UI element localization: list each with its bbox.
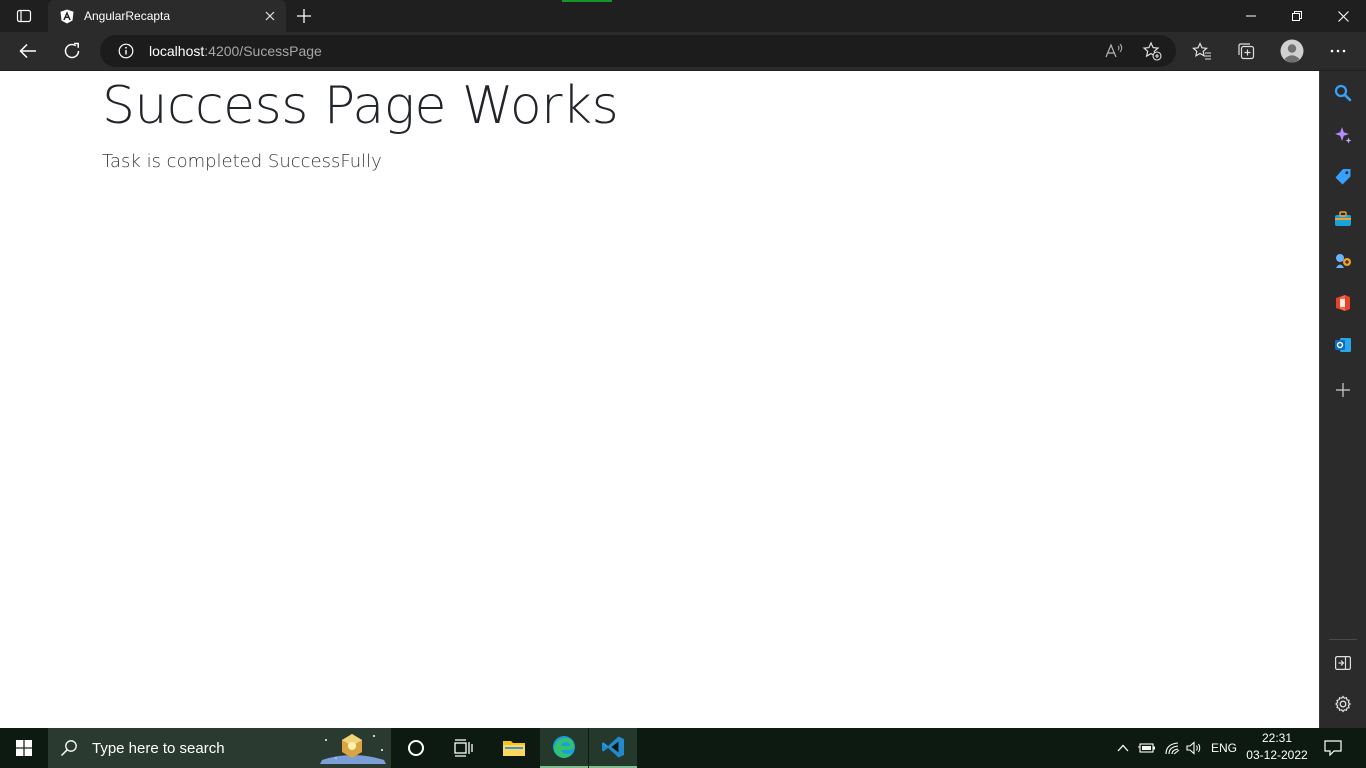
angular-favicon-icon bbox=[59, 8, 75, 24]
more-options-icon[interactable] bbox=[1322, 35, 1354, 67]
browser-tab[interactable]: AngularRecapta bbox=[48, 0, 286, 32]
taskbar-search-box[interactable]: Type here to search bbox=[48, 728, 391, 768]
tab-title: AngularRecapta bbox=[84, 9, 171, 23]
sidebar-divider bbox=[1329, 639, 1357, 640]
url-host: localhost bbox=[149, 43, 205, 59]
sidebar-search-icon[interactable] bbox=[1320, 75, 1366, 111]
url-path: :4200/SucessPage bbox=[204, 43, 322, 59]
minimize-icon bbox=[1246, 15, 1256, 17]
back-button[interactable] bbox=[8, 32, 48, 70]
page-heading: Success Page Works bbox=[102, 76, 619, 136]
cortana-button[interactable] bbox=[392, 728, 440, 768]
collections-icon[interactable] bbox=[1230, 35, 1262, 67]
sidebar-settings-icon[interactable] bbox=[1320, 686, 1366, 722]
restore-icon bbox=[1292, 11, 1302, 21]
tab-close-icon[interactable] bbox=[254, 0, 286, 32]
close-window-button[interactable] bbox=[1320, 0, 1366, 32]
refresh-icon bbox=[64, 42, 80, 59]
new-tab-button[interactable] bbox=[289, 2, 319, 30]
site-info-icon[interactable] bbox=[110, 35, 142, 67]
sidebar-tools-icon[interactable] bbox=[1320, 201, 1366, 237]
file-explorer-button[interactable] bbox=[490, 728, 538, 768]
refresh-button[interactable] bbox=[52, 32, 92, 70]
vscode-taskbar-button[interactable] bbox=[589, 728, 637, 768]
windows-logo-icon bbox=[16, 740, 32, 756]
show-hidden-icons-button[interactable] bbox=[1112, 728, 1134, 768]
favorites-icon[interactable] bbox=[1186, 35, 1218, 67]
task-view-icon bbox=[454, 739, 473, 757]
sidebar-add-icon[interactable] bbox=[1320, 372, 1366, 408]
minimize-button[interactable] bbox=[1228, 0, 1274, 32]
system-clock[interactable]: 22:31 03-12-2022 bbox=[1240, 730, 1314, 764]
profile-avatar[interactable] bbox=[1276, 35, 1308, 67]
tab-actions-button[interactable] bbox=[0, 0, 48, 32]
edge-icon bbox=[553, 736, 575, 758]
start-button[interactable] bbox=[0, 728, 48, 768]
sidebar-office-icon[interactable] bbox=[1320, 285, 1366, 321]
window-accent-bar bbox=[562, 0, 612, 2]
sidebar-shopping-icon[interactable] bbox=[1320, 159, 1366, 195]
notification-icon bbox=[1324, 740, 1342, 756]
edge-taskbar-button[interactable] bbox=[540, 728, 588, 768]
task-view-button[interactable] bbox=[440, 728, 488, 768]
back-arrow-icon bbox=[19, 43, 36, 59]
page-subtitle: Task is completed SuccessFully bbox=[102, 151, 382, 172]
action-center-button[interactable] bbox=[1320, 728, 1346, 768]
close-icon bbox=[1337, 10, 1349, 22]
input-language-indicator[interactable]: ENG bbox=[1207, 728, 1241, 768]
battery-icon[interactable] bbox=[1136, 728, 1158, 768]
chevron-up-icon bbox=[1117, 744, 1129, 752]
clock-date: 03-12-2022 bbox=[1246, 748, 1308, 762]
network-icon[interactable] bbox=[1160, 728, 1184, 768]
cortana-icon bbox=[408, 740, 424, 756]
plus-icon bbox=[297, 9, 311, 23]
sidebar-games-icon[interactable] bbox=[1320, 243, 1366, 279]
search-placeholder: Type here to search bbox=[92, 739, 225, 757]
search-highlight-illustration-icon bbox=[320, 734, 386, 764]
sidebar-hide-icon[interactable] bbox=[1320, 645, 1366, 681]
restore-button[interactable] bbox=[1274, 0, 1320, 32]
vscode-icon bbox=[602, 736, 624, 758]
clock-time: 22:31 bbox=[1261, 731, 1293, 745]
folder-icon bbox=[503, 741, 525, 756]
sidebar-discover-icon[interactable] bbox=[1320, 117, 1366, 153]
sidebar-outlook-icon[interactable] bbox=[1320, 327, 1366, 363]
tab-actions-icon bbox=[16, 9, 32, 23]
search-icon bbox=[60, 740, 77, 757]
volume-icon[interactable] bbox=[1184, 728, 1204, 768]
read-aloud-icon[interactable] bbox=[1099, 35, 1131, 67]
url-text[interactable]: localhost:4200/SucessPage bbox=[149, 43, 322, 59]
add-favorite-icon[interactable] bbox=[1136, 35, 1168, 67]
